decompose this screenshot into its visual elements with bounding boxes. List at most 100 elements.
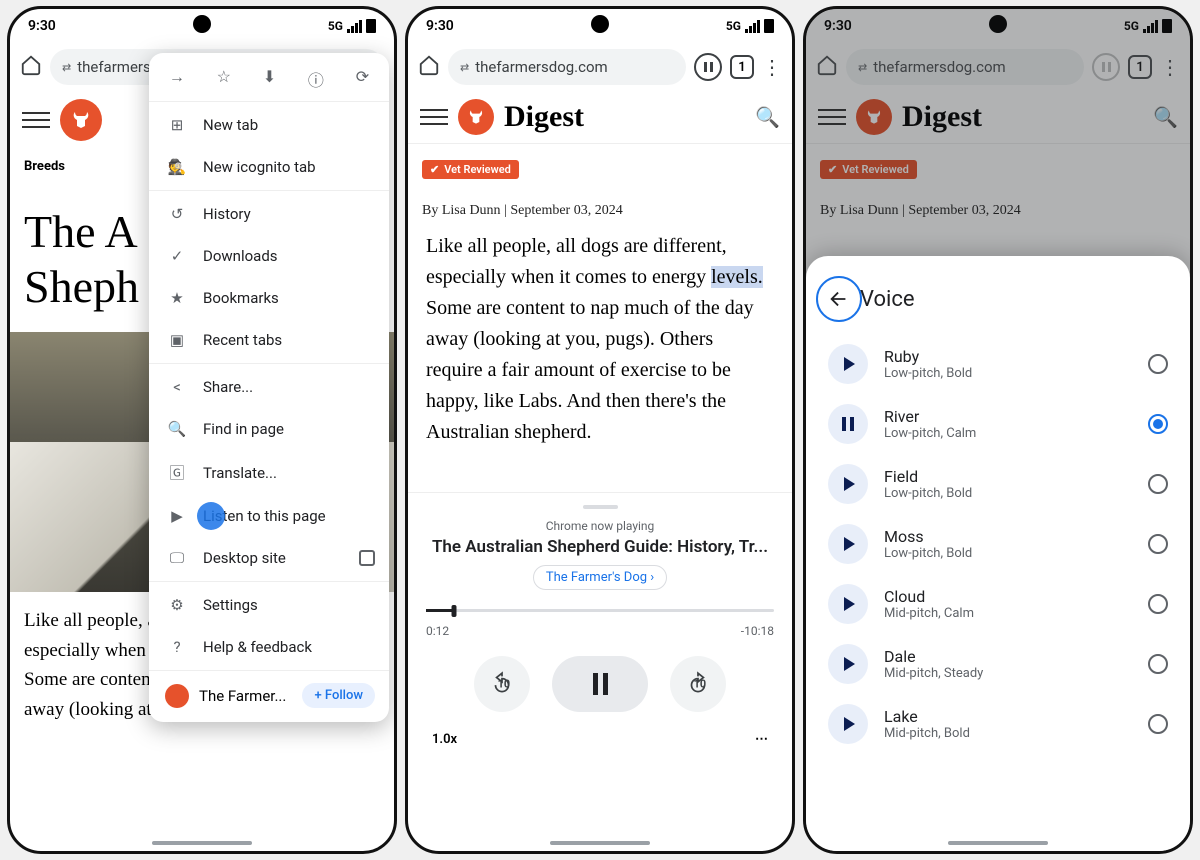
source-chip[interactable]: The Farmer's Dog › <box>533 565 667 590</box>
menu-listen[interactable]: ▶ Listen to this page <box>149 495 389 537</box>
play-pause-button[interactable] <box>552 656 648 712</box>
menu-help[interactable]: ?Help & feedback <box>149 626 389 668</box>
forward-10-button[interactable]: 10 <box>670 656 726 712</box>
phone-screen-1: 9:30 5G ⇄ thefarmersdog.com Breeds The A… <box>7 6 397 854</box>
menu-downloads[interactable]: ✓Downloads <box>149 235 389 277</box>
battery-icon <box>366 19 376 33</box>
site-logo[interactable] <box>458 99 494 135</box>
nav-home-bar[interactable] <box>152 841 252 845</box>
pause-icon[interactable] <box>828 404 868 444</box>
download-icon[interactable]: ⬇ <box>263 67 276 91</box>
nav-home-bar[interactable] <box>948 841 1048 845</box>
info-icon[interactable]: ⓘ <box>308 67 324 91</box>
phone-screen-2: 9:30 5G ⇄thefarmersdog.com 1 ⋮ Digest 🔍 … <box>405 6 795 854</box>
plus-box-icon: ⊞ <box>167 116 187 134</box>
search-icon[interactable]: 🔍 <box>755 105 780 129</box>
now-playing-label: Chrome now playing <box>418 519 782 533</box>
menu-translate[interactable]: 🄶Translate... <box>149 450 389 495</box>
radio-button[interactable] <box>1148 654 1168 674</box>
menu-incognito[interactable]: 🕵New icognito tab <box>149 146 389 188</box>
menu-desktop-site[interactable]: 🖵Desktop site <box>149 537 389 579</box>
star-icon[interactable]: ☆ <box>217 67 231 91</box>
rewind-10-button[interactable]: 10 <box>474 656 530 712</box>
radio-button[interactable] <box>1148 594 1168 614</box>
forward-icon[interactable]: → <box>169 67 185 91</box>
voice-row-field[interactable]: FieldLow-pitch, Bold <box>816 454 1180 514</box>
voice-row-cloud[interactable]: CloudMid-pitch, Calm <box>816 574 1180 634</box>
voice-desc: Mid-pitch, Steady <box>884 666 1132 681</box>
search-page-icon: 🔍 <box>167 420 187 438</box>
back-button[interactable] <box>816 276 862 322</box>
voice-row-ruby[interactable]: RubyLow-pitch, Bold <box>816 334 1180 394</box>
voice-row-river[interactable]: RiverLow-pitch, Calm <box>816 394 1180 454</box>
translate-icon: 🄶 <box>167 462 187 483</box>
browser-toolbar: ⇄thefarmersdog.com 1 ⋮ <box>408 43 792 91</box>
nav-home-bar[interactable] <box>550 841 650 845</box>
menu-settings[interactable]: ⚙Settings <box>149 584 389 626</box>
share-icon: < <box>167 378 187 396</box>
play-icon[interactable] <box>828 524 868 564</box>
gear-icon: ⚙ <box>167 596 187 614</box>
clock: 9:30 <box>28 18 56 34</box>
elapsed-time: 0:12 <box>426 624 449 638</box>
home-icon[interactable] <box>20 54 42 80</box>
voice-sheet: Voice RubyLow-pitch, BoldRiverLow-pitch,… <box>806 256 1190 851</box>
menu-new-tab[interactable]: ⊞New tab <box>149 104 389 146</box>
tap-highlight <box>197 502 225 530</box>
progress-slider[interactable] <box>426 600 774 620</box>
voice-list: RubyLow-pitch, BoldRiverLow-pitch, CalmF… <box>816 334 1180 754</box>
site-settings-icon: ⇄ <box>62 61 71 74</box>
home-icon[interactable] <box>418 54 440 80</box>
site-logo[interactable] <box>60 99 102 141</box>
radio-button[interactable] <box>1148 414 1168 434</box>
refresh-icon[interactable]: ⟳ <box>356 67 369 91</box>
voice-desc: Low-pitch, Bold <box>884 546 1132 561</box>
site-favicon <box>165 684 189 708</box>
menu-toolbar: → ☆ ⬇ ⓘ ⟳ <box>149 59 389 99</box>
brand-wordmark: Digest <box>504 100 584 134</box>
tts-highlight: levels. <box>711 266 763 288</box>
voice-name: Lake <box>884 707 1132 726</box>
incognito-icon: 🕵 <box>167 158 187 176</box>
radio-button[interactable] <box>1148 714 1168 734</box>
play-icon[interactable] <box>828 644 868 684</box>
track-title: The Australian Shepherd Guide: History, … <box>418 537 782 557</box>
voice-name: Ruby <box>884 347 1132 366</box>
play-icon[interactable] <box>828 704 868 744</box>
play-icon[interactable] <box>828 464 868 504</box>
checkbox-unchecked[interactable] <box>359 550 375 566</box>
sheet-title: Voice <box>860 287 915 312</box>
byline: By Lisa Dunn | September 03, 2024 <box>408 193 792 229</box>
menu-bookmarks[interactable]: ★Bookmarks <box>149 277 389 319</box>
voice-row-lake[interactable]: LakeMid-pitch, Bold <box>816 694 1180 754</box>
svg-text:10: 10 <box>694 677 706 690</box>
url-bar[interactable]: ⇄thefarmersdog.com <box>448 49 686 85</box>
radio-button[interactable] <box>1148 354 1168 374</box>
menu-history[interactable]: ↺History <box>149 193 389 235</box>
vet-badge: ✔ Vet Reviewed <box>422 160 519 179</box>
hamburger-icon[interactable] <box>22 112 50 128</box>
toolbar-pause-button[interactable] <box>694 53 722 81</box>
play-icon[interactable] <box>828 584 868 624</box>
radio-button[interactable] <box>1148 474 1168 494</box>
drag-handle[interactable] <box>583 505 618 509</box>
follow-button[interactable]: + Follow <box>302 683 375 708</box>
menu-share[interactable]: <Share... <box>149 366 389 408</box>
status-bar: 9:30 5G <box>10 9 394 43</box>
menu-find[interactable]: 🔍Find in page <box>149 408 389 450</box>
listen-icon: ▶ <box>167 507 187 525</box>
tab-switcher[interactable]: 1 <box>730 55 754 79</box>
hamburger-icon[interactable] <box>420 109 448 125</box>
history-icon: ↺ <box>167 205 187 223</box>
overflow-icon[interactable]: ⋮ <box>762 57 782 77</box>
menu-recent-tabs[interactable]: ▣Recent tabs <box>149 319 389 361</box>
voice-row-dale[interactable]: DaleMid-pitch, Steady <box>816 634 1180 694</box>
play-icon[interactable] <box>828 344 868 384</box>
site-name: The Farmer... <box>199 687 286 705</box>
radio-button[interactable] <box>1148 534 1168 554</box>
voice-row-moss[interactable]: MossLow-pitch, Bold <box>816 514 1180 574</box>
voice-name: Moss <box>884 527 1132 546</box>
site-header: Digest 🔍 <box>408 91 792 143</box>
player-more-icon[interactable]: ⋯ <box>755 732 768 747</box>
speed-button[interactable]: 1.0x <box>432 732 457 747</box>
